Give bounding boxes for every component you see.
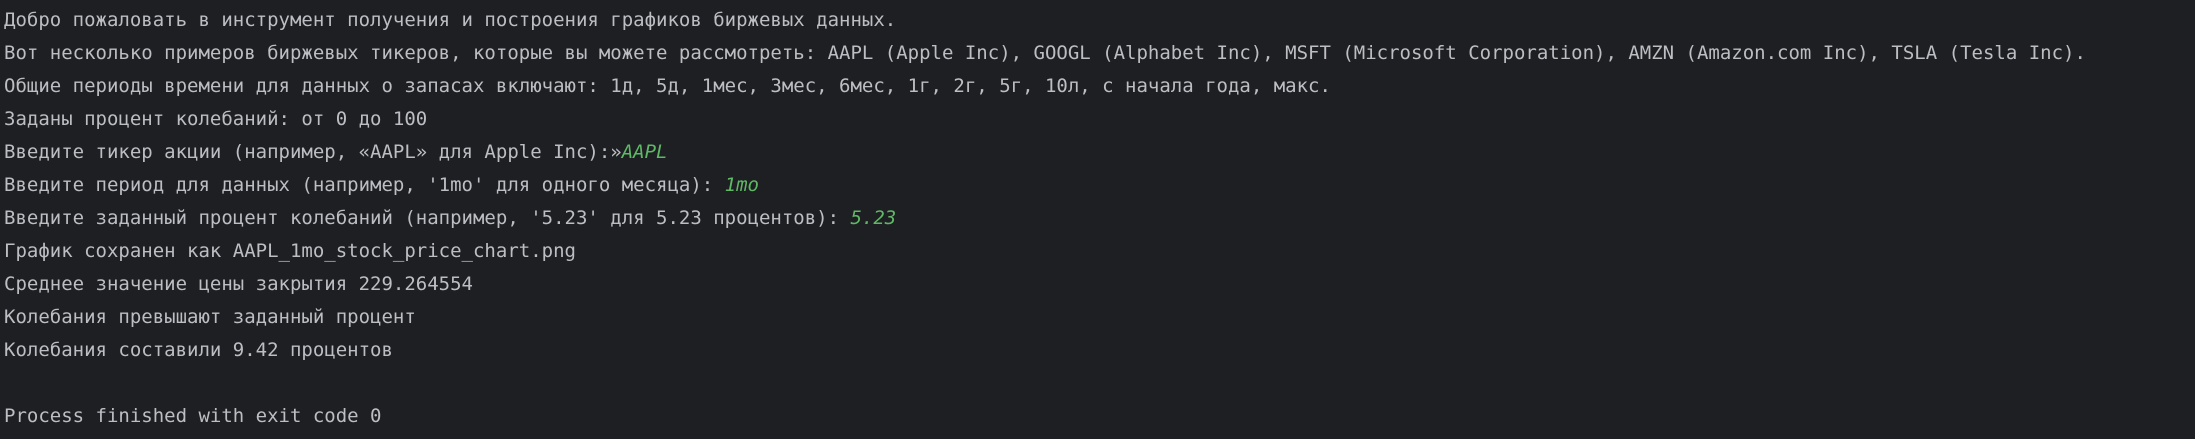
console-line-welcome: Добро пожаловать в инструмент получения … — [4, 9, 897, 31]
console-line-exceeds: Колебания превышают заданный процент — [4, 306, 416, 328]
ticker-prompt-text: Введите тикер акции (например, «AAPL» дл… — [4, 141, 622, 163]
console-line-average-close: Среднее значение цены закрытия 229.26455… — [4, 273, 473, 295]
console-line-periods: Общие периоды времени для данных о запас… — [4, 75, 1331, 97]
run-console-output[interactable]: Добро пожаловать в инструмент получения … — [0, 0, 2195, 439]
console-line-chart-saved: График сохранен как AAPL_1mo_stock_price… — [4, 240, 576, 262]
console-line-percent-prompt: Введите заданный процент колебаний (напр… — [4, 202, 2195, 235]
console-line-period-prompt: Введите период для данных (например, '1m… — [4, 169, 2195, 202]
console-line-fluctuation-result: Колебания составили 9.42 процентов — [4, 339, 393, 361]
console-line-ticker-examples: Вот несколько примеров биржевых тикеров,… — [4, 42, 2086, 64]
console-line-percent-range: Заданы процент колебаний: от 0 до 100 — [4, 108, 428, 130]
ticker-user-input: AAPL — [621, 141, 668, 163]
period-user-input: 1mo — [724, 174, 759, 196]
console-line-process-finished: Process finished with exit code 0 — [4, 405, 382, 427]
period-prompt-text: Введите период для данных (например, '1m… — [4, 174, 725, 196]
console-line-ticker-prompt: Введите тикер акции (например, «AAPL» дл… — [4, 136, 2195, 169]
percent-user-input: 5.23 — [850, 207, 897, 229]
percent-prompt-text: Введите заданный процент колебаний (напр… — [4, 207, 851, 229]
